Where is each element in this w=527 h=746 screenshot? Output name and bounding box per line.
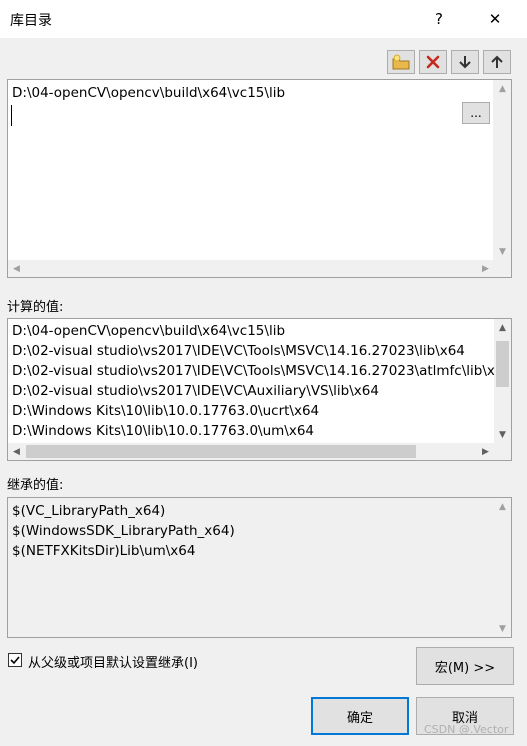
inherit-checkbox[interactable] (8, 653, 22, 667)
scroll-right-icon[interactable]: ▶ (477, 260, 494, 277)
help-button[interactable]: ? (416, 0, 462, 38)
scroll-down-icon[interactable]: ▼ (494, 620, 511, 637)
inherited-values-label: 继承的值: (7, 478, 64, 493)
move-up-button[interactable] (483, 50, 511, 74)
scroll-corner (494, 443, 511, 460)
scroll-down-icon[interactable]: ▼ (494, 426, 511, 443)
edit-list-horizontal-scrollbar[interactable]: ◀ ▶ (8, 260, 494, 277)
ok-button[interactable]: 确定 (311, 697, 409, 735)
inherited-vertical-scrollbar[interactable]: ▲ ▼ (494, 498, 511, 637)
window-title: 库目录 (10, 13, 52, 29)
computed-horizontal-thumb[interactable] (26, 445, 416, 458)
scroll-corner (494, 260, 511, 277)
inherited-line: $(VC_LibraryPath_x64) (12, 503, 166, 519)
computed-horizontal-scrollbar[interactable]: ◀ ▶ (8, 443, 494, 460)
close-button[interactable]: ✕ (472, 0, 518, 38)
inherited-line: $(NETFXKitsDir)Lib\um\x64 (12, 543, 196, 559)
delete-icon (426, 55, 440, 69)
computed-vertical-thumb[interactable] (496, 341, 509, 387)
computed-line: D:\Windows Kits\10\lib\10.0.17763.0\ucrt… (12, 403, 320, 419)
computed-vertical-scrollbar[interactable]: ▲ ▼ (494, 319, 511, 443)
computed-line: D:\02-visual studio\vs2017\IDE\VC\Tools\… (12, 363, 512, 379)
computed-line: D:\02-visual studio\vs2017\IDE\VC\Auxili… (12, 383, 379, 399)
scroll-right-icon[interactable]: ▶ (477, 443, 494, 460)
edit-list-vertical-scrollbar[interactable]: ▲ ▼ (493, 80, 511, 260)
checkmark-icon (10, 656, 20, 665)
computed-line: D:\04-openCV\opencv\build\x64\vc15\lib (12, 323, 286, 339)
inherit-checkbox-label[interactable]: 从父级或项目默认设置继承(I) (28, 652, 198, 671)
inherited-values-panel[interactable]: $(VC_LibraryPath_x64) $(WindowsSDK_Libra… (7, 497, 512, 638)
new-folder-icon (392, 54, 410, 70)
edit-list-panel[interactable]: D:\04-openCV\opencv\build\x64\vc15\lib .… (7, 79, 512, 278)
browse-button[interactable]: ... (462, 102, 490, 124)
inherited-line: $(WindowsSDK_LibraryPath_x64) (12, 523, 235, 539)
scroll-left-icon[interactable]: ◀ (8, 260, 25, 277)
computed-values-label: 计算的值: (7, 300, 64, 315)
new-entry-input[interactable] (11, 105, 462, 126)
delete-line-button[interactable] (419, 50, 447, 74)
scroll-up-icon[interactable]: ▲ (494, 498, 511, 515)
scroll-down-icon[interactable]: ▼ (494, 243, 511, 260)
scroll-up-icon[interactable]: ▲ (494, 80, 511, 97)
computed-line: D:\Windows Kits\10\lib\10.0.17763.0\um\x… (12, 423, 315, 439)
scroll-up-icon[interactable]: ▲ (494, 319, 511, 336)
new-line-button[interactable] (387, 50, 415, 74)
arrow-down-icon (459, 56, 471, 69)
computed-values-panel[interactable]: D:\04-openCV\opencv\build\x64\vc15\lib D… (7, 318, 512, 461)
computed-line: D:\02-visual studio\vs2017\IDE\VC\Tools\… (12, 343, 465, 359)
macros-button[interactable]: 宏(M) >> (416, 647, 514, 685)
watermark-text: CSDN @.Vector (424, 723, 509, 736)
arrow-up-icon (491, 55, 503, 68)
scroll-left-icon[interactable]: ◀ (8, 443, 25, 460)
move-down-button[interactable] (451, 50, 479, 74)
edit-list-entry[interactable]: D:\04-openCV\opencv\build\x64\vc15\lib (12, 85, 285, 101)
